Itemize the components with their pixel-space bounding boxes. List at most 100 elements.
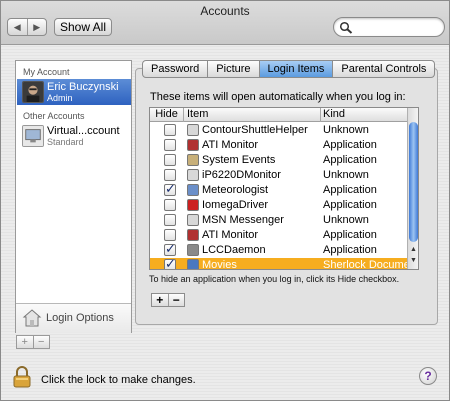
login-options-label: Login Options (46, 312, 114, 324)
column-hide[interactable]: Hide (150, 108, 184, 122)
item-kind: Unknown (323, 214, 369, 226)
item-name: Movies (202, 259, 237, 270)
sidebar-user-other[interactable]: Virtual...ccount Standard (17, 123, 131, 149)
doc-icon (187, 214, 199, 226)
item-kind: Unknown (323, 124, 369, 136)
hide-checkbox[interactable] (164, 229, 176, 241)
table-row[interactable]: IomegaDriver Application (150, 198, 408, 213)
app-icon (187, 154, 199, 166)
sherlock-icon (187, 259, 199, 269)
table-row[interactable]: Meteorologist Application (150, 181, 408, 198)
table-row[interactable]: MSN Messenger Unknown (150, 213, 408, 228)
weather-icon (187, 184, 199, 196)
accounts-sidebar: My Account Eric Buczynski Admin Other Ac… (15, 60, 132, 333)
item-kind: Application (323, 139, 377, 151)
user-name: Virtual...ccount (47, 125, 120, 137)
tab-parental-controls[interactable]: Parental Controls (332, 61, 434, 77)
doc-icon (187, 124, 199, 136)
remove-login-item-button[interactable]: − (167, 294, 185, 306)
house-icon (22, 309, 42, 327)
accounts-window: Accounts ◀ ▶ Show All My Account Eric Bu… (0, 0, 450, 401)
hide-hint: To hide an application when you log in, … (149, 274, 400, 284)
item-kind: Unknown (323, 169, 369, 181)
item-name: IomegaDriver (202, 199, 269, 211)
hide-checkbox[interactable] (164, 199, 176, 211)
item-name: ATI Monitor (202, 139, 259, 151)
show-all-button[interactable]: Show All (54, 18, 112, 36)
login-items-table: Hide Item Kind ContourShuttleHelper Unkno… (149, 107, 419, 270)
window-title: Accounts (200, 4, 250, 18)
item-name: iP6220DMonitor (202, 169, 281, 181)
sidebar-user-current[interactable]: Eric Buczynski Admin (17, 79, 131, 105)
scrollbar-thumb[interactable] (409, 122, 418, 242)
search-icon (339, 21, 353, 34)
login-items-rows: ContourShuttleHelper Unknown ATI Monitor Ap… (150, 123, 408, 270)
hide-checkbox[interactable] (164, 139, 176, 151)
add-login-item-button[interactable]: + (152, 294, 168, 306)
hide-checkbox[interactable] (164, 214, 176, 226)
table-row[interactable]: Movies Sherlock Docume (150, 256, 408, 270)
hide-checkbox[interactable] (164, 154, 176, 166)
forward-button[interactable]: ▶ (26, 19, 47, 35)
help-button[interactable]: ? (419, 367, 437, 385)
lcc-icon (187, 244, 199, 256)
hide-checkbox[interactable] (164, 256, 176, 269)
table-row[interactable]: iP6220DMonitor Unknown (150, 168, 408, 183)
forward-arrow-icon: ▶ (33, 21, 41, 32)
back-arrow-icon: ◀ (13, 21, 21, 32)
item-kind: Application (323, 184, 377, 196)
other-accounts-header: Other Accounts (23, 111, 85, 121)
add-account-button[interactable]: + (17, 336, 33, 348)
tab-bar: Password Picture Login Items Parental Co… (142, 60, 436, 78)
virtual-account-icon (22, 125, 44, 147)
item-name: System Events (202, 154, 276, 166)
item-name: MSN Messenger (202, 214, 284, 226)
login-item-add-remove: + − (151, 293, 185, 307)
tab-login-items[interactable]: Login Items (258, 61, 333, 77)
user-name: Eric Buczynski (47, 81, 119, 93)
lock-icon[interactable] (13, 366, 31, 388)
vertical-scrollbar[interactable]: ▲ ▼ (407, 108, 418, 269)
table-row[interactable]: System Events Application (150, 153, 408, 168)
item-kind: Sherlock Docume (323, 259, 407, 270)
table-row[interactable]: ATI Monitor Application (150, 138, 408, 153)
toolbar: Accounts ◀ ▶ Show All (1, 1, 449, 45)
item-kind: Application (323, 244, 377, 256)
remove-account-button[interactable]: − (32, 336, 50, 348)
table-row[interactable]: ContourShuttleHelper Unknown (150, 123, 408, 138)
ati-icon (187, 139, 199, 151)
account-add-remove: + − (16, 335, 50, 349)
item-kind: Application (323, 154, 377, 166)
user-avatar-icon (22, 81, 44, 103)
login-items-intro: These items will open automatically when… (150, 91, 406, 103)
item-kind: Application (323, 229, 377, 241)
search-input[interactable] (354, 20, 440, 34)
nav-buttons: ◀ ▶ (7, 18, 47, 36)
item-kind: Application (323, 199, 377, 211)
tab-picture[interactable]: Picture (207, 61, 258, 77)
column-kind[interactable]: Kind (320, 108, 345, 122)
doc-icon (187, 169, 199, 181)
ati-icon (187, 229, 199, 241)
user-role: Admin (47, 93, 73, 103)
table-row[interactable]: LCCDaemon Application (150, 241, 408, 258)
item-name: ATI Monitor (202, 229, 259, 241)
scroll-down-arrow-icon[interactable]: ▼ (409, 257, 418, 267)
table-header: Hide Item Kind (150, 108, 408, 122)
table-row[interactable]: ATI Monitor Application (150, 228, 408, 243)
back-button[interactable]: ◀ (8, 19, 27, 35)
hide-checkbox[interactable] (164, 124, 176, 136)
item-name: Meteorologist (202, 184, 269, 196)
user-role: Standard (47, 137, 84, 147)
tab-password[interactable]: Password (143, 61, 207, 77)
iomega-icon (187, 199, 199, 211)
hide-checkbox[interactable] (164, 181, 176, 197)
item-name: ContourShuttleHelper (202, 124, 308, 136)
login-options-item[interactable]: Login Options (16, 303, 131, 333)
hide-checkbox[interactable] (164, 169, 176, 181)
column-item[interactable]: Item (187, 108, 208, 121)
hide-checkbox[interactable] (164, 241, 176, 257)
my-account-header: My Account (23, 67, 70, 77)
scroll-up-arrow-icon[interactable]: ▲ (409, 246, 418, 256)
search-field[interactable] (333, 17, 445, 37)
